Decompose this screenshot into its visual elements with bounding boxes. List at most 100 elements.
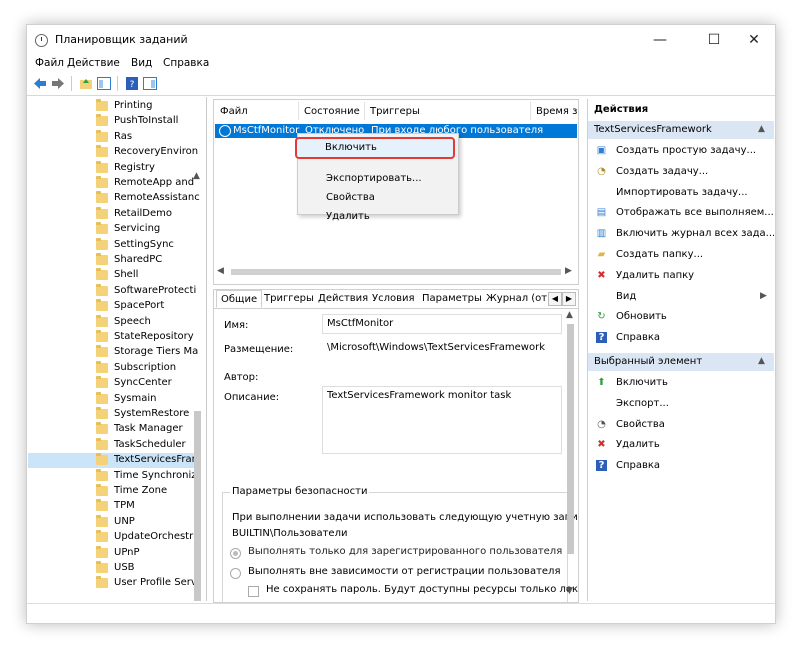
action-item[interactable]: Вид ▶ <box>588 287 774 307</box>
tree-item-label: UpdateOrchestra <box>114 531 200 543</box>
tree-item[interactable]: Time Synchroniz <box>28 468 198 484</box>
scroll-up-icon[interactable]: ▲ <box>193 171 200 181</box>
tree-item[interactable]: TaskScheduler <box>28 437 198 453</box>
up-folder-icon[interactable] <box>79 77 93 90</box>
scroll-down-icon[interactable]: ▼ <box>566 586 573 596</box>
tree-item[interactable]: Ras <box>28 129 198 145</box>
tree-item[interactable]: Shell <box>28 268 198 283</box>
action-item[interactable]: ✖ Удалить <box>588 435 774 455</box>
action-item[interactable]: ◔ Создать задачу... <box>588 162 774 182</box>
action-item-label: Создать простую задачу... <box>616 145 757 156</box>
action-item[interactable]: Экспорт... <box>588 394 774 414</box>
menu-action[interactable]: Действие <box>67 57 120 69</box>
tree-item[interactable]: USB <box>28 561 198 576</box>
tree-item[interactable]: TPM <box>28 499 198 514</box>
action-item[interactable]: ▥ Включить журнал всех зада... <box>588 224 774 244</box>
run-whether-logged-radio[interactable] <box>230 568 241 579</box>
tree-item[interactable]: PushToInstall <box>28 114 198 129</box>
tree-item[interactable]: TextServicesFram <box>28 453 201 469</box>
tree-item[interactable]: Printing <box>28 99 198 114</box>
menu-bar: Файл Действие Вид Справка <box>27 55 775 73</box>
tab-settings[interactable]: Параметры <box>422 293 482 304</box>
tree-item[interactable]: Subscription <box>28 360 198 376</box>
tab-general[interactable]: Общие <box>216 290 263 308</box>
tree-item[interactable]: SystemRestore <box>28 407 198 422</box>
tree-item[interactable]: User Profile Servi <box>28 576 200 591</box>
details-scroll-thumb[interactable] <box>567 324 574 554</box>
tab-conditions[interactable]: Условия <box>372 293 415 304</box>
action-item[interactable]: ▰ Создать папку... <box>588 245 774 265</box>
folder-tree[interactable]: Printing PushToInstall Ras RecoveryEnviron R… <box>28 97 207 601</box>
tree-item[interactable]: SettingSync <box>28 237 198 253</box>
name-field[interactable]: MsCtfMonitor <box>322 314 562 334</box>
actions-section-folder[interactable]: TextServicesFramework ▲ <box>588 121 774 139</box>
column-header-state[interactable]: Состояние <box>304 106 360 117</box>
tree-item[interactable]: UPnP <box>28 545 198 561</box>
tree-item[interactable]: Storage Tiers Ma <box>28 345 198 360</box>
column-header-time[interactable]: Время з <box>536 106 577 117</box>
scroll-up-icon[interactable]: ▲ <box>566 310 573 320</box>
list-scroll-thumb[interactable] <box>231 269 561 275</box>
tree-item[interactable]: RetailDemo <box>28 206 198 222</box>
action-item[interactable]: ? Справка <box>588 456 774 476</box>
details-vertical-scrollbar[interactable]: ▲ ▼ <box>564 310 576 600</box>
help-icon[interactable]: ? <box>125 77 139 90</box>
tree-vertical-scrollbar[interactable]: ▲ ▼ <box>191 171 203 601</box>
maximize-button[interactable]: ☐ <box>699 29 729 51</box>
menu-help[interactable]: Справка <box>163 57 209 69</box>
tab-history[interactable]: Журнал (отк <box>486 293 553 304</box>
column-header-triggers[interactable]: Триггеры <box>370 106 420 117</box>
tree-item[interactable]: SharedPC <box>28 253 198 268</box>
tree-item[interactable]: UNP <box>28 514 198 530</box>
tree-item[interactable]: Sysmain <box>28 391 198 407</box>
action-item[interactable]: ⬆ Включить <box>588 373 774 393</box>
scroll-right-icon[interactable]: ▶ <box>565 266 572 276</box>
collapse-icon[interactable]: ▲ <box>758 356 765 366</box>
action-item[interactable]: ? Справка <box>588 328 774 348</box>
tabs-scroll-left-icon[interactable]: ◀ <box>548 292 562 306</box>
actions-section-selected[interactable]: Выбранный элемент ▲ <box>588 353 774 371</box>
menu-view[interactable]: Вид <box>131 57 152 69</box>
action-item[interactable]: ↻ Обновить <box>588 307 774 327</box>
context-export-item[interactable]: Экспортировать... <box>326 173 422 184</box>
do-not-store-password-checkbox[interactable] <box>248 586 259 597</box>
menu-file[interactable]: Файл <box>35 57 64 69</box>
back-arrow-icon[interactable] <box>33 77 47 90</box>
context-delete-item[interactable]: Удалить <box>326 211 370 222</box>
tree-scroll-thumb[interactable] <box>194 411 201 601</box>
tree-item[interactable]: UpdateOrchestra <box>28 530 200 545</box>
action-item[interactable]: Импортировать задачу... <box>588 183 774 203</box>
tree-item[interactable]: SyncCenter <box>28 376 198 391</box>
run-logged-on-radio[interactable] <box>230 548 241 559</box>
action-item[interactable]: ▤ Отображать все выполняем... <box>588 203 774 223</box>
task-list-horizontal-scrollbar[interactable]: ◀ ▶ <box>213 265 577 279</box>
action-item[interactable]: ▣ Создать простую задачу... <box>588 141 774 161</box>
minimize-button[interactable]: — <box>645 29 675 51</box>
context-properties-item[interactable]: Свойства <box>326 192 375 203</box>
tree-item[interactable]: Registry <box>28 160 198 176</box>
tree-item[interactable]: Speech <box>28 314 198 330</box>
tree-item[interactable]: RemoteApp and <box>28 176 198 191</box>
close-button[interactable]: ✕ <box>739 29 769 51</box>
tree-item[interactable]: SpacePort <box>28 299 198 314</box>
tab-actions[interactable]: Действия <box>318 293 368 304</box>
tree-item[interactable]: StateRepository <box>28 330 198 345</box>
scroll-left-icon[interactable]: ◀ <box>217 266 224 276</box>
tree-item[interactable]: SoftwareProtecti <box>28 283 198 299</box>
show-hide-actions-icon[interactable] <box>143 77 157 90</box>
tree-item[interactable]: RecoveryEnviron <box>28 145 198 160</box>
description-field[interactable]: TextServicesFramework monitor task <box>322 386 562 454</box>
action-item[interactable]: ✖ Удалить папку <box>588 266 774 286</box>
action-item[interactable]: ◔ Свойства <box>588 415 774 435</box>
forward-arrow-icon[interactable] <box>51 77 65 90</box>
tree-item[interactable]: RemoteAssistanc <box>28 191 200 206</box>
tab-triggers[interactable]: Триггеры <box>264 293 314 304</box>
tree-item[interactable]: Task Manager <box>28 422 198 437</box>
context-enable-item[interactable]: Включить <box>295 137 455 159</box>
tree-item[interactable]: Servicing <box>28 222 198 237</box>
show-hide-tree-icon[interactable] <box>97 77 111 90</box>
tabs-scroll-right-icon[interactable]: ▶ <box>562 292 576 306</box>
collapse-icon[interactable]: ▲ <box>758 124 765 134</box>
column-header-file[interactable]: Файл <box>220 106 248 117</box>
tree-item[interactable]: Time Zone <box>28 484 198 499</box>
